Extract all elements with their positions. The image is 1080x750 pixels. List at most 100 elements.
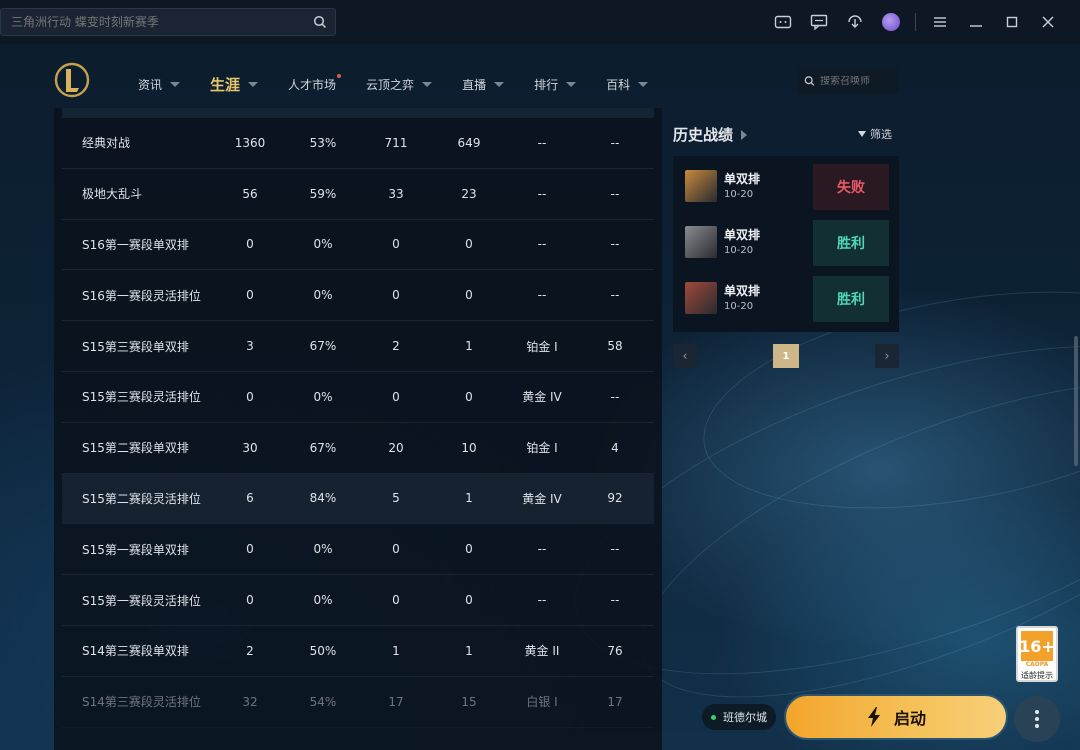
table-cell-points: 4 xyxy=(611,440,619,455)
summoner-search-input[interactable] xyxy=(820,75,898,87)
table-cell-wins: 17 xyxy=(388,694,404,709)
chevron-right-icon xyxy=(741,129,748,140)
table-row[interactable]: S14第三赛段单双排 2 50% 1 1 黄金 II 76 xyxy=(62,626,654,677)
table-cell-losses: 1 xyxy=(465,491,473,506)
table-cell-losses: 0 xyxy=(465,288,473,303)
toolbar-divider xyxy=(915,13,916,31)
chevron-down-icon xyxy=(248,82,259,87)
match-result: 胜利 xyxy=(813,220,889,266)
table-cell-tier: 铂金 I xyxy=(526,339,558,354)
table-cell-wins: 2 xyxy=(392,339,400,354)
table-cell-total: 3 xyxy=(246,339,254,354)
close-icon[interactable] xyxy=(1030,0,1066,44)
table-cell-mode: S14第三赛段灵活排位 xyxy=(82,695,201,710)
page-number-button[interactable]: 1 xyxy=(773,344,799,368)
nav-item-6[interactable]: 百科 xyxy=(606,76,649,93)
table-cell-losses: 0 xyxy=(465,389,473,404)
table-cell-wins: 5 xyxy=(392,491,400,506)
table-row[interactable]: S15第三赛段灵活排位 0 0% 0 0 黄金 IV -- xyxy=(62,372,654,423)
maximize-icon[interactable] xyxy=(994,0,1030,44)
nav-item-5[interactable]: 排行 xyxy=(534,76,577,93)
table-cell-mode: S14第三赛段单双排 xyxy=(82,644,189,659)
table-cell-winrate: 0% xyxy=(313,593,333,608)
filter-icon xyxy=(858,131,866,137)
table-cell-total: 0 xyxy=(246,542,254,557)
pagination: ‹ 1 › xyxy=(673,344,899,368)
table-cell-winrate: 0% xyxy=(313,542,333,557)
table-cell-points: 92 xyxy=(607,491,623,506)
table-cell-wins: 20 xyxy=(388,440,404,455)
profile-avatar-icon[interactable] xyxy=(873,0,909,44)
more-options-button[interactable] xyxy=(1014,696,1060,742)
table-row[interactable]: S14第三赛段灵活排位 32 54% 17 15 白银 I 17 xyxy=(62,677,654,728)
table-cell-total: 0 xyxy=(246,593,254,608)
table-row[interactable]: S15第三赛段单双排 3 67% 2 1 铂金 I 58 xyxy=(62,321,654,372)
minimize-icon[interactable] xyxy=(958,0,994,44)
nav-item-4[interactable]: 直播 xyxy=(462,76,505,93)
filter-button[interactable]: 筛选 xyxy=(858,126,892,142)
table-row[interactable]: S16第一赛段灵活排位 0 0% 0 0 -- -- xyxy=(62,270,654,322)
launch-button[interactable]: 启动 xyxy=(784,694,1008,740)
global-search-input[interactable] xyxy=(1,9,301,35)
table-cell-mode: S15第三赛段灵活排位 xyxy=(82,390,201,405)
table-cell-wins: 0 xyxy=(392,288,400,303)
table-cell-total: 6 xyxy=(246,491,254,506)
table-cell-total: 2 xyxy=(246,643,254,658)
match-mode: 单双排 xyxy=(724,172,761,186)
message-icon[interactable] xyxy=(801,0,837,44)
table-cell-points: -- xyxy=(610,593,620,608)
table-cell-mode: S15第二赛段灵活排位 xyxy=(82,491,201,506)
table-row[interactable]: 经典对战 1360 53% 711 649 -- -- xyxy=(62,118,654,169)
nav-item-label: 人才市场 xyxy=(288,78,337,92)
table-cell-mode: S16第一赛段灵活排位 xyxy=(82,288,201,303)
nav-item-3[interactable]: 云顶之弈 xyxy=(366,76,433,93)
download-icon[interactable] xyxy=(837,0,873,44)
notification-dot xyxy=(337,74,342,78)
table-cell-points: -- xyxy=(610,542,620,557)
game-logo-icon[interactable] xyxy=(54,62,90,98)
game-controller-icon[interactable] xyxy=(765,0,801,44)
scrollbar[interactable] xyxy=(1074,336,1078,466)
summoner-search-box[interactable] xyxy=(798,68,898,94)
table-row[interactable]: S15第一赛段单双排 0 0% 0 0 -- -- xyxy=(62,524,654,576)
age-rating-badge[interactable]: 16+ CADPA 适龄提示 xyxy=(1016,626,1058,682)
career-stats-table: 经典对战 1360 53% 711 649 -- -- 极地大乱斗 56 59% 33 23 -- -- S… xyxy=(54,108,662,750)
table-cell-winrate: 0% xyxy=(313,389,333,404)
table-cell-wins: 0 xyxy=(392,593,400,608)
main-nav: 资讯 生涯 人才市场 云顶之弈 直播 排行 百科 xyxy=(0,44,1080,108)
online-status-dot xyxy=(711,714,716,720)
table-cell-total: 0 xyxy=(246,389,254,404)
nav-item-2[interactable]: 人才市场 xyxy=(288,74,342,93)
match-item[interactable]: 单双排 10-20 胜利 xyxy=(673,268,899,324)
search-icon[interactable] xyxy=(313,15,327,29)
table-cell-winrate: 0% xyxy=(313,237,333,252)
table-cell-losses: 0 xyxy=(465,237,473,252)
nav-item-label: 生涯 xyxy=(210,76,241,94)
table-cell-mode: S16第一赛段单双排 xyxy=(82,237,189,252)
table-row[interactable]: 极地大乱斗 56 59% 33 23 -- -- xyxy=(62,169,654,220)
table-cell-tier: -- xyxy=(537,288,547,303)
nav-item-1[interactable]: 生涯 xyxy=(210,74,259,95)
history-title[interactable]: 历史战绩 xyxy=(673,124,748,145)
server-selector[interactable]: 班德尔城 xyxy=(702,704,776,730)
next-page-button[interactable]: › xyxy=(875,344,899,368)
prev-page-button[interactable]: ‹ xyxy=(673,344,697,368)
table-cell-points: 17 xyxy=(607,694,623,709)
nav-item-label: 资讯 xyxy=(138,78,163,92)
table-cell-tier: 铂金 I xyxy=(526,441,558,456)
more-vertical-icon xyxy=(1035,710,1039,728)
chevron-down-icon xyxy=(566,82,577,87)
match-mode: 单双排 xyxy=(724,228,761,242)
table-row[interactable]: S15第一赛段灵活排位 0 0% 0 0 -- -- xyxy=(62,575,654,626)
global-search-box[interactable] xyxy=(0,8,336,36)
match-item[interactable]: 单双排 10-20 胜利 xyxy=(673,212,899,268)
nav-item-0[interactable]: 资讯 xyxy=(138,76,181,93)
table-row[interactable]: S16第一赛段单双排 0 0% 0 0 -- -- xyxy=(62,220,654,271)
table-row[interactable]: S15第二赛段单双排 30 67% 20 10 铂金 I 4 xyxy=(62,423,654,474)
menu-icon[interactable] xyxy=(922,0,958,44)
match-item[interactable]: 单双排 10-20 失败 xyxy=(673,156,899,212)
table-cell-mode: S15第二赛段单双排 xyxy=(82,441,189,456)
table-cell-losses: 1 xyxy=(465,339,473,354)
table-cell-winrate: 0% xyxy=(313,288,333,303)
table-row[interactable]: S15第二赛段灵活排位 6 84% 5 1 黄金 IV 92 xyxy=(62,473,654,525)
